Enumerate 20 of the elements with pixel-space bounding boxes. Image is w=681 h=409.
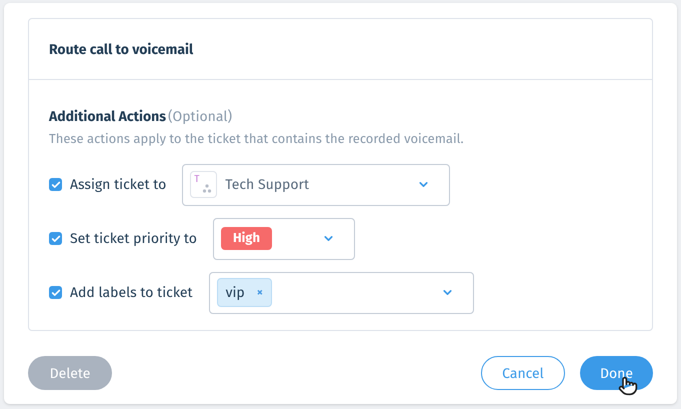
optional-note: (Optional) [168, 107, 232, 127]
cancel-button[interactable]: Cancel [480, 356, 565, 390]
label-tag: vip × [216, 278, 272, 307]
section-heading: Additional Actions [49, 107, 166, 127]
select-field[interactable]: High [212, 218, 355, 260]
remove-tag-button[interactable]: × [256, 284, 263, 302]
card-title: Route call to voicemail [49, 40, 194, 60]
action-label: Set ticket priority to [70, 229, 197, 249]
action-label: Assign ticket to [70, 175, 166, 195]
checkbox[interactable] [49, 178, 62, 191]
checkbox[interactable] [49, 232, 62, 245]
select-value: Tech Support [225, 175, 309, 195]
checkbox[interactable] [49, 286, 62, 299]
select-field[interactable]: T Tech Support [182, 164, 450, 206]
select-field[interactable]: vip × [208, 272, 474, 314]
priority-badge: High [220, 226, 272, 250]
section-description: These actions apply to the ticket that contains the recorded voicemail. [49, 131, 465, 149]
team-avatar: T [190, 171, 218, 198]
done-button[interactable]: Done [580, 356, 653, 390]
action-label: Add labels to ticket [70, 283, 193, 303]
